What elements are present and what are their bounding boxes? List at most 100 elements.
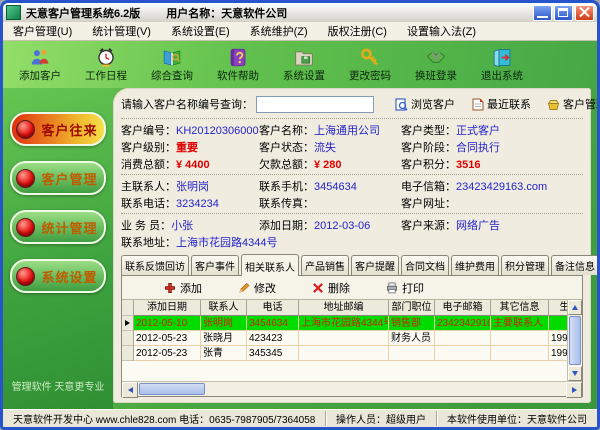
horizontal-scrollbar[interactable] — [122, 381, 582, 396]
sidebar-item-system-settings[interactable]: 系统设置 — [10, 259, 106, 293]
sidebar-item-customer-mgmt[interactable]: 客户管理 — [10, 161, 106, 195]
tab-maintenance-fees[interactable]: 维护费用 — [451, 255, 499, 275]
cell-phone[interactable]: 3454634 — [247, 316, 299, 331]
menu-license[interactable]: 版权注册(C) — [328, 23, 387, 39]
scroll-right-icon[interactable] — [566, 382, 582, 398]
tab-points-mgmt[interactable]: 积分管理 — [501, 255, 549, 275]
table-row[interactable]: 2012-05-23 张青 345345 1990-12-08 — [122, 346, 567, 361]
menu-system-settings[interactable]: 系统设置(E) — [171, 23, 230, 39]
maximize-button[interactable] — [554, 5, 573, 21]
cell-department[interactable] — [389, 346, 435, 361]
customer-search-input[interactable] — [256, 96, 374, 113]
col-other-info[interactable]: 其它信息 — [491, 300, 549, 316]
field-value: ¥ 280 — [314, 159, 342, 171]
col-address[interactable]: 地址邮编 — [299, 300, 389, 316]
toolbar-shift-login[interactable]: 换班登录 — [411, 47, 461, 83]
menu-system-maintenance[interactable]: 系统维护(Z) — [250, 23, 308, 39]
toolbar-combined-query[interactable]: 综合查询 — [147, 47, 197, 83]
tab-customer-reminders[interactable]: 客户提醒 — [351, 255, 399, 275]
customer-manage-label: 客户管理 — [563, 96, 600, 112]
cell-email[interactable] — [435, 331, 491, 346]
field-value: 小张 — [171, 220, 193, 232]
cell-birthday[interactable]: 1990-12-08 — [549, 346, 567, 361]
customer-details: 客户编号：KH201203060001 客户名称：上海通用公司 客户类型：正式客… — [121, 121, 583, 250]
cell-address[interactable] — [299, 331, 389, 346]
cell-email[interactable] — [435, 346, 491, 361]
field-label: 客户来源： — [401, 220, 456, 232]
field-customer-id: 客户编号：KH201203060001 — [121, 122, 259, 138]
field-label: 客户网址： — [401, 198, 456, 210]
toolbar-work-schedule[interactable]: 工作日程 — [81, 47, 131, 83]
cell-department[interactable]: 销售部 — [389, 316, 435, 331]
cell-phone[interactable]: 423423 — [247, 331, 299, 346]
cell-contact[interactable]: 张青 — [201, 346, 247, 361]
tab-feedback-visits[interactable]: 联系反馈回访 — [121, 255, 189, 275]
field-total-spent: 消费总额：¥ 4400 — [121, 156, 259, 172]
menu-input-method[interactable]: 设置输入法(Z) — [407, 23, 476, 39]
col-contact[interactable]: 联系人 — [201, 300, 247, 316]
toolbar-exit-system[interactable]: 退出系统 — [477, 47, 527, 83]
cell-other-info[interactable] — [491, 346, 549, 361]
toolbar-software-help[interactable]: 软件帮助 — [213, 47, 263, 83]
scroll-left-icon[interactable] — [122, 382, 138, 398]
tab-contract-docs[interactable]: 合同文档 — [401, 255, 449, 275]
cell-address[interactable] — [299, 346, 389, 361]
menu-customer-mgmt[interactable]: 客户管理(U) — [13, 23, 72, 39]
browse-customers-label: 浏览客户 — [411, 96, 455, 112]
field-add-date: 添加日期：2012-03-06 — [259, 217, 401, 233]
cell-birthday[interactable]: 1992-08-08 — [549, 331, 567, 346]
cell-add-date[interactable]: 2012-05-23 — [134, 331, 201, 346]
cell-other-info[interactable]: 主要联系人 — [491, 316, 549, 331]
toolbar-system-settings[interactable]: 系统设置 — [279, 47, 329, 83]
horizontal-scroll-thumb[interactable] — [139, 383, 205, 395]
cell-birthday[interactable] — [549, 316, 567, 331]
tab-customer-events[interactable]: 客户事件 — [191, 255, 239, 275]
edit-contact-button[interactable]: 修改 — [238, 280, 276, 296]
sidebar-item-stats-mgmt[interactable]: 统计管理 — [10, 210, 106, 244]
recent-contacts-button[interactable]: 最近联系 — [471, 96, 531, 112]
cell-phone[interactable]: 345345 — [247, 346, 299, 361]
minimize-button[interactable] — [533, 5, 552, 21]
sidebar-item-customer-contacts[interactable]: 客户往来 — [10, 112, 106, 146]
customer-manage-button[interactable]: 客户管理 — [547, 96, 600, 112]
col-email[interactable]: 电子邮箱 — [435, 300, 491, 316]
toolbar-label: 退出系统 — [481, 68, 523, 83]
cell-contact[interactable]: 张晓月 — [201, 331, 247, 346]
table-row[interactable]: 2012-05-10 张明岗 3454634 上海市花园路4344号 销售部 2… — [122, 316, 567, 331]
field-address: 联系地址：上海市花园路4344号 — [121, 234, 583, 250]
table-row[interactable]: 2012-05-23 张晓月 423423 财务人员 1992-08-08 — [122, 331, 567, 346]
field-label: 客户名称： — [259, 125, 314, 137]
tab-notes[interactable]: 备注信息 — [551, 255, 599, 275]
menu-stats-mgmt[interactable]: 统计管理(V) — [92, 23, 151, 39]
col-add-date[interactable]: 添加日期 — [134, 300, 201, 316]
cell-other-info[interactable] — [491, 331, 549, 346]
tab-related-contacts[interactable]: 相关联系人 — [241, 254, 299, 276]
cell-add-date[interactable]: 2012-05-23 — [134, 346, 201, 361]
print-button[interactable]: 打印 — [386, 280, 424, 296]
col-phone[interactable]: 电话 — [247, 300, 299, 316]
vertical-scrollbar[interactable] — [567, 300, 582, 381]
delete-contact-button[interactable]: 删除 — [312, 280, 350, 296]
cell-email[interactable]: 23423429163.com — [435, 316, 491, 331]
vertical-scroll-thumb[interactable] — [569, 316, 581, 365]
toolbar-change-password[interactable]: 更改密码 — [345, 47, 395, 83]
cell-department[interactable]: 财务人员 — [389, 331, 435, 346]
scroll-down-icon[interactable] — [568, 366, 582, 381]
scroll-up-icon[interactable] — [568, 300, 582, 315]
col-birthday[interactable]: 生日 — [549, 300, 567, 316]
print-label: 打印 — [402, 280, 424, 296]
toolbar-add-customer[interactable]: 添加客户 — [15, 47, 65, 83]
status-developer-info: 天意软件开发中心 www.chle828.com 电话：0635-7987905… — [3, 411, 326, 426]
add-contact-button[interactable]: 添加 — [164, 280, 202, 296]
app-window: 天意客户管理系统6.2版 用户名称：天意软件公司 客户管理(U) 统计管理(V)… — [0, 0, 600, 430]
cell-add-date[interactable]: 2012-05-10 — [134, 316, 201, 331]
browse-customers-button[interactable]: 浏览客户 — [395, 96, 455, 112]
tab-product-sales[interactable]: 产品销售 — [301, 255, 349, 275]
toolbar-label: 系统设置 — [283, 68, 325, 83]
close-button[interactable] — [575, 5, 594, 21]
cell-address[interactable]: 上海市花园路4344号 — [299, 316, 389, 331]
horizontal-scroll-track[interactable] — [206, 382, 566, 396]
cell-contact[interactable]: 张明岗 — [201, 316, 247, 331]
field-label: 添加日期： — [259, 220, 314, 232]
col-department[interactable]: 部门职位 — [389, 300, 435, 316]
